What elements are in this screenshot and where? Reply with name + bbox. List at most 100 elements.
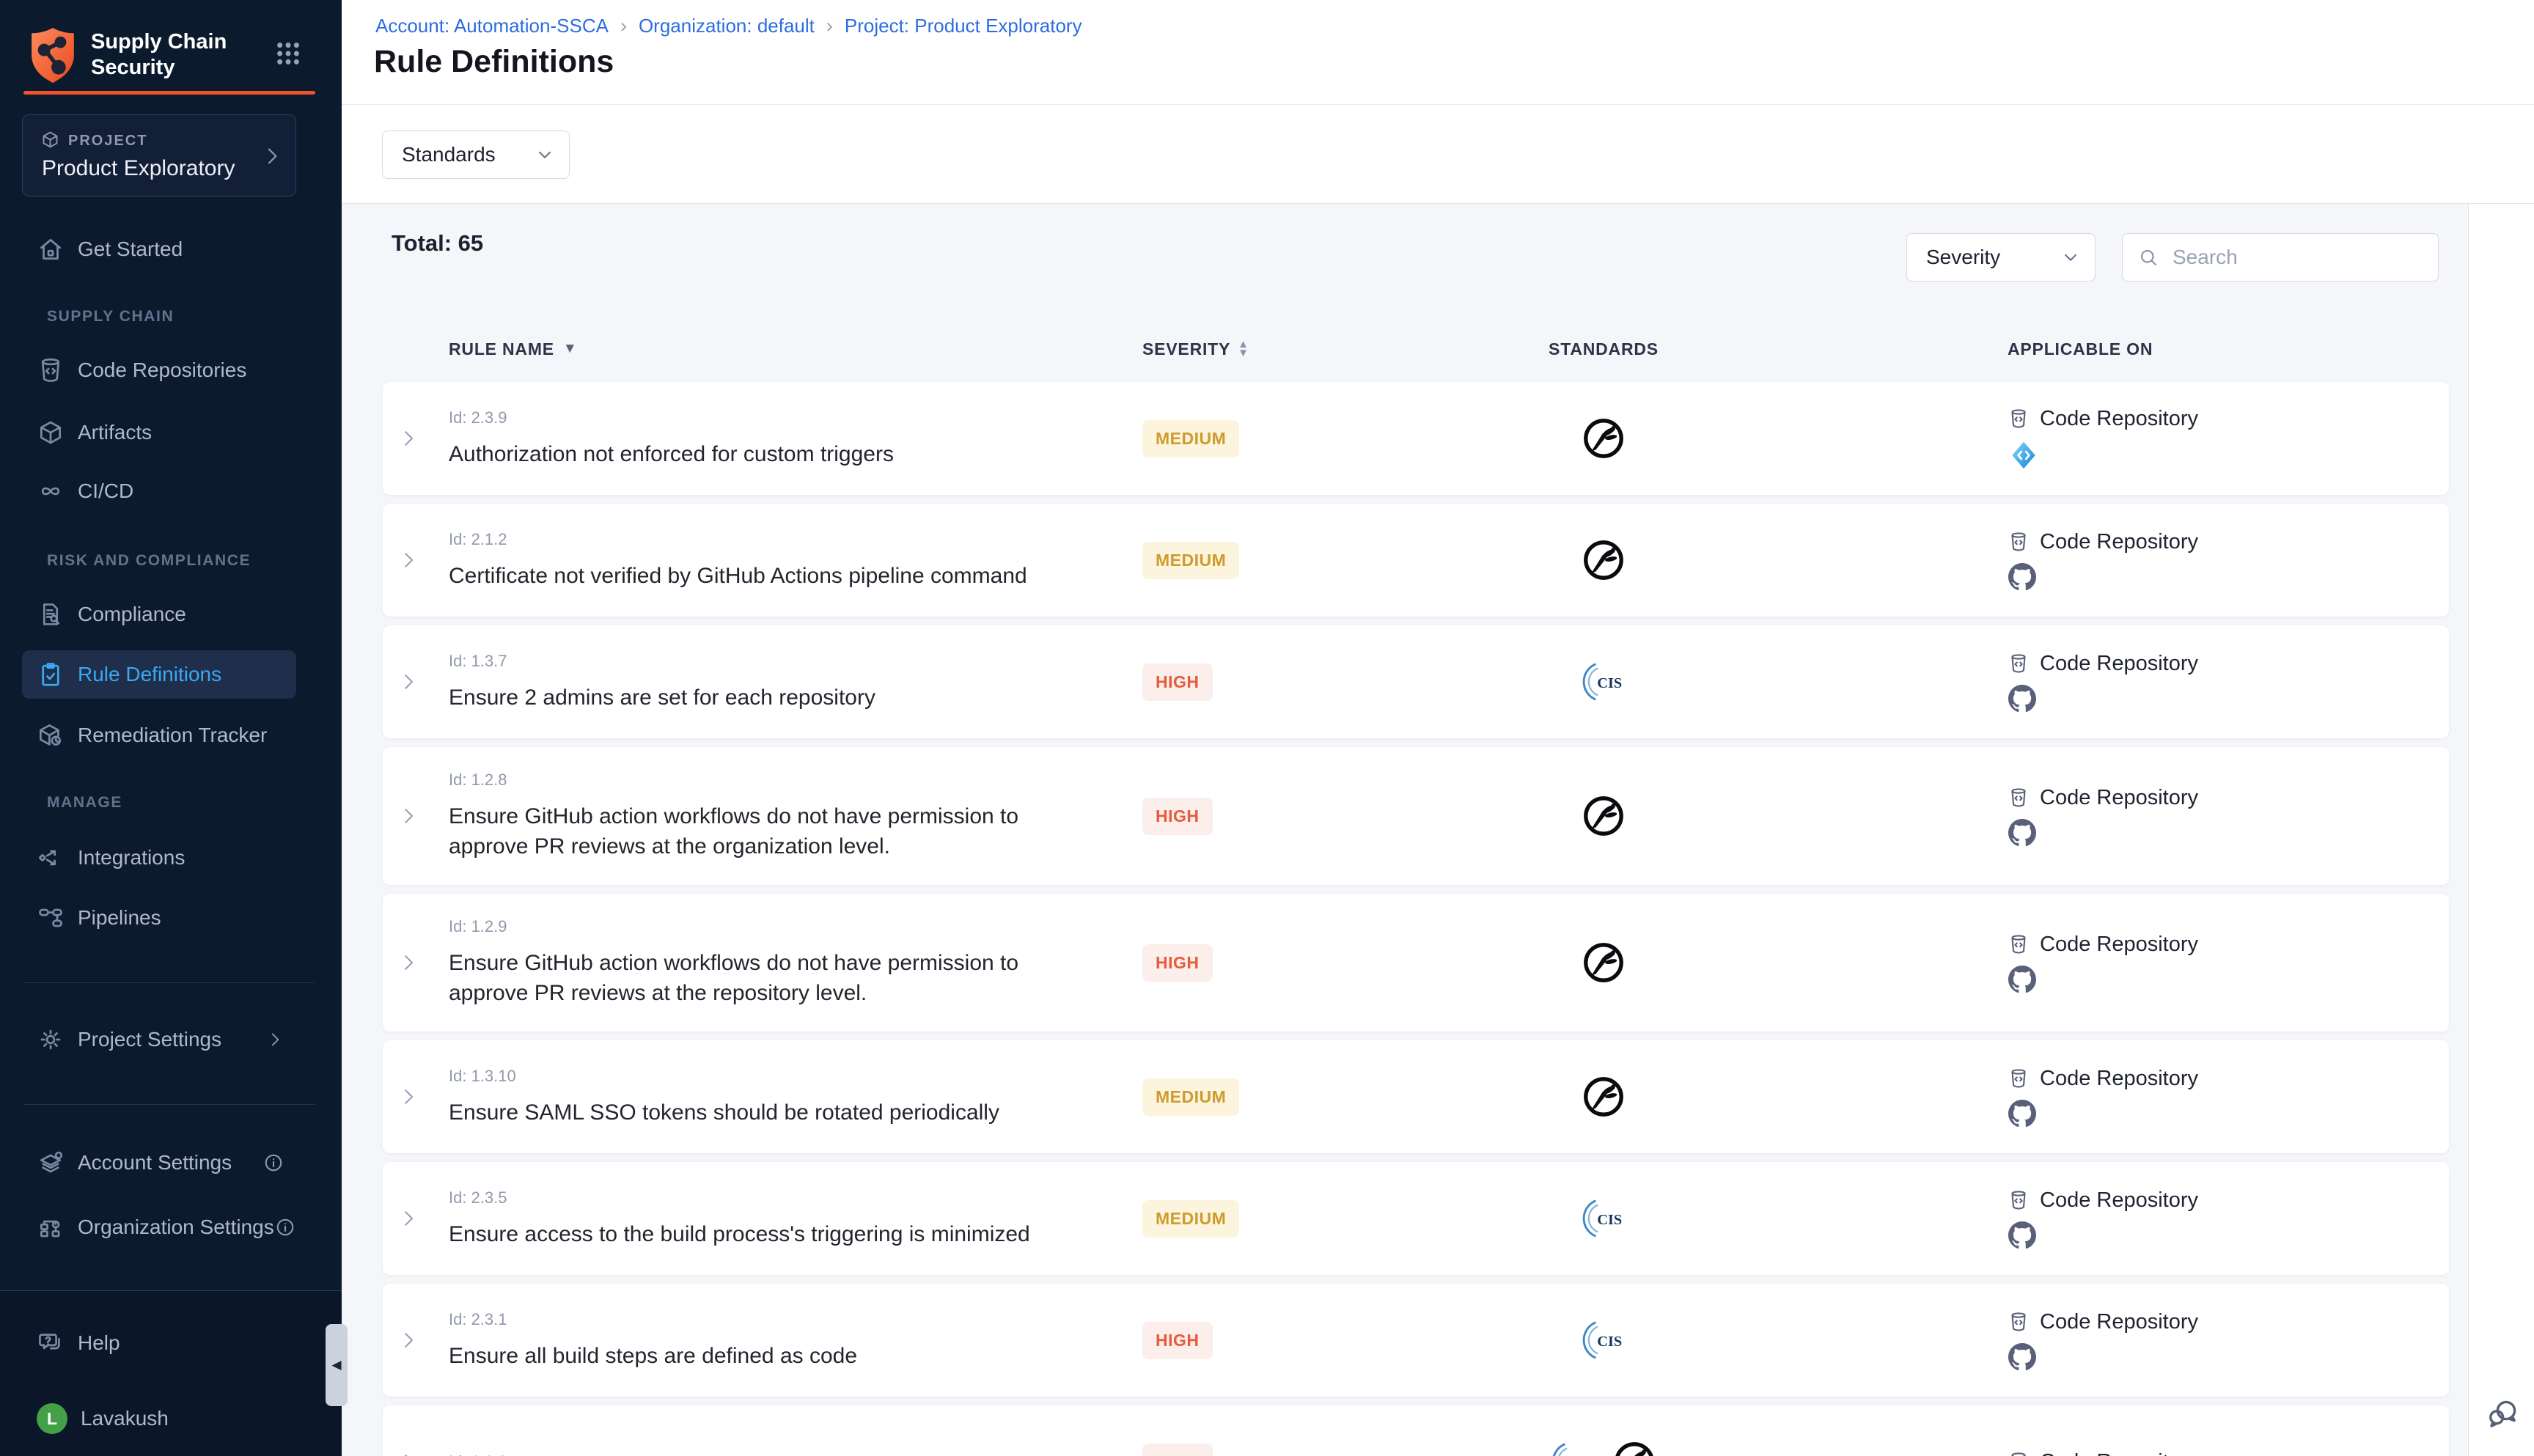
code-repository-icon bbox=[2008, 1189, 2030, 1211]
harness-code-icon bbox=[2008, 440, 2039, 471]
severity-filter-dropdown[interactable]: Severity bbox=[1906, 233, 2096, 282]
severity-badge: MEDIUM bbox=[1142, 1200, 1239, 1238]
sidebar-collapse-handle[interactable]: ◀ bbox=[326, 1324, 348, 1406]
sidebar-item-integrations[interactable]: Integrations bbox=[22, 834, 296, 882]
table-row[interactable]: Id: 2.3.1Ensure all build steps are defi… bbox=[383, 1284, 2449, 1397]
sidebar-item-help[interactable]: Help bbox=[22, 1319, 296, 1367]
rule-id: Id: 2.1.2 bbox=[449, 530, 1131, 549]
owasp-icon bbox=[1581, 793, 1626, 839]
cis-icon: CIS bbox=[1550, 1439, 1595, 1456]
sidebar-item-organization-settings[interactable]: Organization Settings bbox=[22, 1203, 296, 1251]
column-header-rule-name[interactable]: RULE NAME▼ bbox=[434, 339, 1131, 359]
standards-filter-dropdown[interactable]: Standards bbox=[382, 130, 570, 179]
github-icon bbox=[2008, 685, 2036, 713]
table-row[interactable]: Id: 1.2.8Ensure GitHub action workflows … bbox=[383, 747, 2449, 885]
table-row[interactable]: Id: 1.2.9 Ensure GitHub action workflows … bbox=[383, 894, 2449, 1032]
expand-chevron-icon[interactable] bbox=[397, 1086, 419, 1108]
app-title: Supply Chain Security bbox=[91, 29, 227, 81]
expand-chevron-icon[interactable] bbox=[397, 549, 419, 571]
table-row[interactable]: Id: 1.3.10Ensure SAML SSO tokens should … bbox=[383, 1040, 2449, 1153]
table-row[interactable]: Id: 1.1.9 HIGH CIS Code Repository bbox=[383, 1405, 2449, 1456]
cis-icon: CIS bbox=[1581, 1317, 1626, 1363]
severity-badge: MEDIUM bbox=[1142, 1078, 1239, 1116]
sidebar-section-risk-and-compliance: RISK AND COMPLIANCE bbox=[47, 552, 251, 570]
help-label: Help bbox=[78, 1331, 120, 1355]
sidebar-item-artifacts[interactable]: Artifacts bbox=[22, 408, 296, 457]
standards-icons bbox=[1439, 1074, 1769, 1119]
expand-chevron-icon[interactable] bbox=[397, 1207, 419, 1229]
shield-logo-icon bbox=[22, 25, 84, 87]
sidebar-section-manage: MANAGE bbox=[47, 794, 122, 812]
expand-chevron-icon[interactable] bbox=[397, 952, 419, 974]
expand-chevron-icon[interactable] bbox=[397, 671, 419, 693]
breadcrumb-link[interactable]: Organization: default bbox=[639, 15, 815, 37]
applicable-on: Code Repository bbox=[1769, 786, 2449, 847]
sidebar-item-compliance[interactable]: Compliance bbox=[22, 590, 296, 639]
owasp-icon bbox=[1581, 1074, 1626, 1119]
applicable-on: Code Repository bbox=[1769, 1450, 2449, 1456]
chevron-down-icon bbox=[2060, 246, 2082, 268]
code-repository-icon bbox=[2008, 1451, 2030, 1456]
table-row[interactable]: Id: 2.3.5 Ensure access to the build proc… bbox=[383, 1162, 2449, 1275]
sidebar-item-pipelines[interactable]: Pipelines bbox=[22, 894, 296, 942]
applicable-on-label: Code Repository bbox=[2040, 1310, 2198, 1334]
applicable-on: Code Repository bbox=[1769, 407, 2449, 471]
rule-id: Id: 2.3.5 bbox=[449, 1188, 1131, 1207]
applicable-on-label: Code Repository bbox=[2040, 1067, 2198, 1091]
cis-icon: CIS bbox=[1581, 1196, 1626, 1241]
rule-id: Id: 1.2.9 bbox=[449, 917, 1131, 936]
search-box bbox=[2122, 233, 2439, 282]
standards-filter-label: Standards bbox=[402, 143, 496, 166]
table-row[interactable]: Id: 2.3.9Authorization not enforced for … bbox=[383, 382, 2449, 495]
github-icon bbox=[2008, 819, 2036, 847]
table-header: RULE NAME▼ SEVERITY ▲▼ STANDARDS APPLICA… bbox=[383, 328, 2449, 369]
rule-name: Ensure GitHub action workflows do not ha… bbox=[449, 948, 1094, 1008]
sidebar-item-project-settings[interactable]: Project Settings bbox=[22, 1015, 296, 1064]
applicable-on-label: Code Repository bbox=[2040, 652, 2198, 676]
sidebar-item-get-started[interactable]: Get Started bbox=[22, 225, 296, 273]
rule-name: Ensure access to the build process's tri… bbox=[449, 1219, 1094, 1249]
applicable-on-label: Code Repository bbox=[2040, 407, 2198, 431]
infinity-icon bbox=[37, 477, 65, 505]
column-header-severity[interactable]: SEVERITY ▲▼ bbox=[1131, 339, 1439, 359]
standards-icons: CIS bbox=[1439, 1439, 1769, 1456]
expand-chevron-icon[interactable] bbox=[397, 1451, 419, 1456]
applicable-on: Code Repository bbox=[1769, 652, 2449, 713]
clipboard-check-icon bbox=[37, 661, 65, 688]
project-label: PROJECT bbox=[68, 133, 147, 150]
supply-chain-security-logo bbox=[22, 25, 84, 87]
applicable-on-label: Code Repository bbox=[2040, 786, 2198, 810]
user-name: Lavakush bbox=[81, 1407, 169, 1430]
table-row[interactable]: Id: 1.3.7Ensure 2 admins are set for eac… bbox=[383, 625, 2449, 738]
user-menu[interactable]: L Lavakush bbox=[22, 1394, 296, 1443]
breadcrumb-link[interactable]: Account: Automation-SSCA bbox=[375, 15, 609, 37]
owasp-icon bbox=[1581, 940, 1626, 985]
table-row[interactable]: Id: 2.1.2Certificate not verified by Git… bbox=[383, 504, 2449, 617]
chat-bubbles-icon[interactable] bbox=[2486, 1396, 2521, 1431]
sidebar-item-rule-definitions[interactable]: Rule Definitions bbox=[22, 650, 296, 699]
project-selector[interactable]: PROJECT Product Exploratory bbox=[22, 114, 296, 196]
expand-chevron-icon[interactable] bbox=[397, 427, 419, 449]
breadcrumb-link[interactable]: Project: Product Exploratory bbox=[845, 15, 1082, 37]
box-icon bbox=[37, 419, 65, 446]
org-gear-icon bbox=[37, 1213, 65, 1241]
breadcrumb-separator: › bbox=[620, 15, 627, 37]
chat-bubbles-icon[interactable] bbox=[2486, 1396, 2521, 1431]
expand-chevron-icon[interactable] bbox=[397, 1329, 419, 1351]
sidebar-item-code-repositories[interactable]: Code Repositories bbox=[22, 346, 296, 394]
github-icon bbox=[2008, 1221, 2036, 1249]
applicable-on: Code Repository bbox=[1769, 1067, 2449, 1128]
sidebar-item-remediation-tracker[interactable]: Remediation Tracker bbox=[22, 711, 296, 760]
severity-filter-label: Severity bbox=[1926, 246, 2000, 269]
severity-badge: HIGH bbox=[1142, 798, 1213, 835]
total-count: Total: 65 bbox=[392, 230, 483, 257]
chevron-right-icon bbox=[265, 1030, 284, 1049]
sort-updown-icon: ▲▼ bbox=[1238, 340, 1249, 358]
sidebar-item-account-settings[interactable]: Account Settings bbox=[22, 1139, 296, 1187]
sidebar-item-ci-cd[interactable]: CI/CD bbox=[22, 467, 296, 515]
expand-chevron-icon[interactable] bbox=[397, 805, 419, 827]
search-icon bbox=[2137, 246, 2159, 268]
search-input[interactable] bbox=[2171, 245, 2416, 270]
app-switcher-button[interactable] bbox=[273, 38, 304, 69]
rule-id: Id: 2.3.1 bbox=[449, 1310, 1131, 1329]
